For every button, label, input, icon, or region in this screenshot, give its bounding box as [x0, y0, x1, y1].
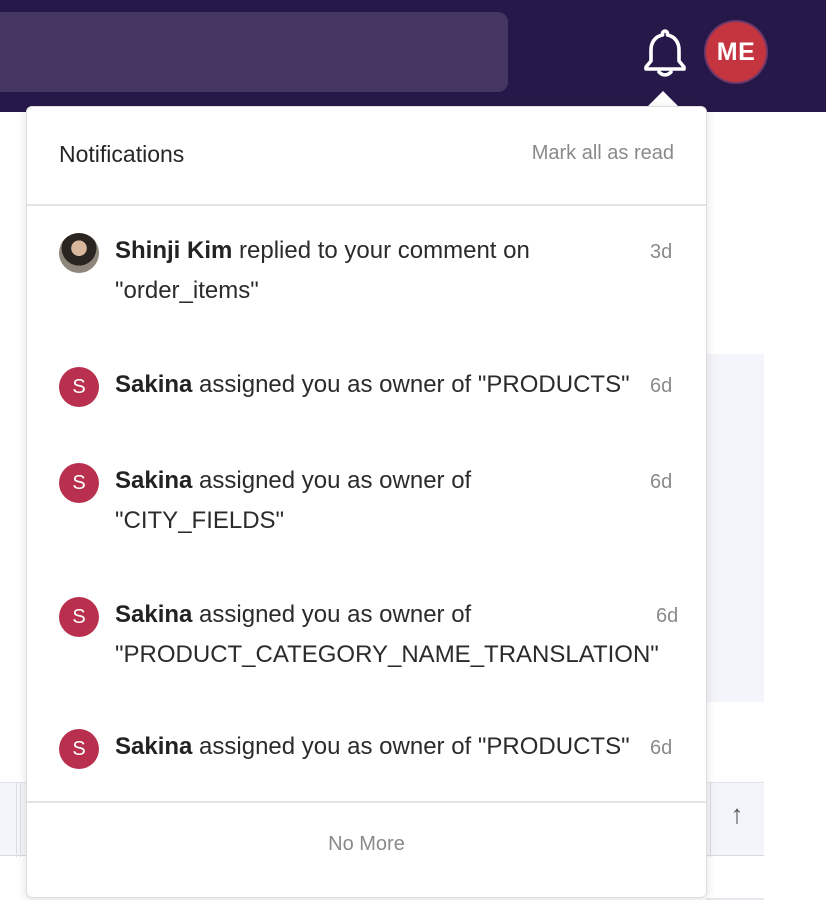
notification-time: 6d — [650, 375, 673, 397]
notification-item[interactable]: S Sakina assigned you as owner of "PRODU… — [27, 723, 706, 783]
arrow-up-icon[interactable]: ↑ — [712, 799, 762, 839]
bell-icon[interactable] — [642, 28, 688, 78]
user-initial-avatar: S — [59, 367, 99, 407]
notification-text: Shinji Kim replied to your comment on "o… — [115, 231, 650, 311]
dropdown-title: Notifications — [59, 141, 185, 167]
notification-action: assigned you as owner of "PRODUCT_CATEGO… — [115, 601, 659, 668]
notification-actor: Sakina — [115, 467, 193, 494]
notification-item[interactable]: S Sakina assigned you as owner of "CITY_… — [27, 457, 706, 557]
user-initial-avatar: S — [59, 729, 99, 769]
notifications-dropdown: Notifications Mark all as read Shinji Ki… — [26, 106, 707, 898]
notification-action: assigned you as owner of "PRODUCTS" — [192, 371, 630, 398]
user-initial-avatar: S — [59, 597, 99, 637]
column-divider — [16, 783, 17, 857]
notification-time: 3d — [650, 241, 673, 263]
notification-time: 6d — [650, 737, 673, 759]
user-initial-avatar: S — [59, 463, 99, 503]
top-bar: ME — [0, 0, 826, 112]
notification-action: assigned you as owner of "PRODUCTS" — [192, 733, 630, 760]
notification-actor: Sakina — [115, 371, 193, 398]
notification-time: 6d — [650, 471, 673, 493]
notification-item[interactable]: Shinji Kim replied to your comment on "o… — [27, 227, 706, 327]
background-panel — [706, 354, 764, 702]
notification-text: Sakina assigned you as owner of "PRODUCT… — [115, 595, 660, 675]
notification-text: Sakina assigned you as owner of "PRODUCT… — [115, 365, 675, 405]
mark-all-read-link[interactable]: Mark all as read — [532, 142, 674, 165]
notification-actor: Sakina — [115, 733, 193, 760]
notification-actor: Shinji Kim — [115, 237, 233, 264]
user-avatar[interactable]: ME — [706, 22, 766, 82]
user-photo-avatar — [59, 233, 99, 273]
notification-text: Sakina assigned you as owner of "PRODUCT… — [115, 727, 675, 767]
notification-text: Sakina assigned you as owner of "CITY_FI… — [115, 461, 535, 541]
notification-item[interactable]: S Sakina assigned you as owner of "PRODU… — [27, 361, 706, 421]
notification-time: 6d — [656, 605, 679, 627]
search-input[interactable] — [0, 12, 508, 92]
notification-item[interactable]: S Sakina assigned you as owner of "PRODU… — [27, 591, 706, 691]
dropdown-footer: No More — [27, 801, 706, 897]
no-more-label: No More — [328, 833, 405, 855]
notification-actor: Sakina — [115, 601, 193, 628]
dropdown-caret — [648, 91, 678, 106]
column-divider — [710, 783, 711, 857]
dropdown-header: Notifications Mark all as read — [27, 107, 706, 206]
column-divider — [20, 783, 21, 857]
